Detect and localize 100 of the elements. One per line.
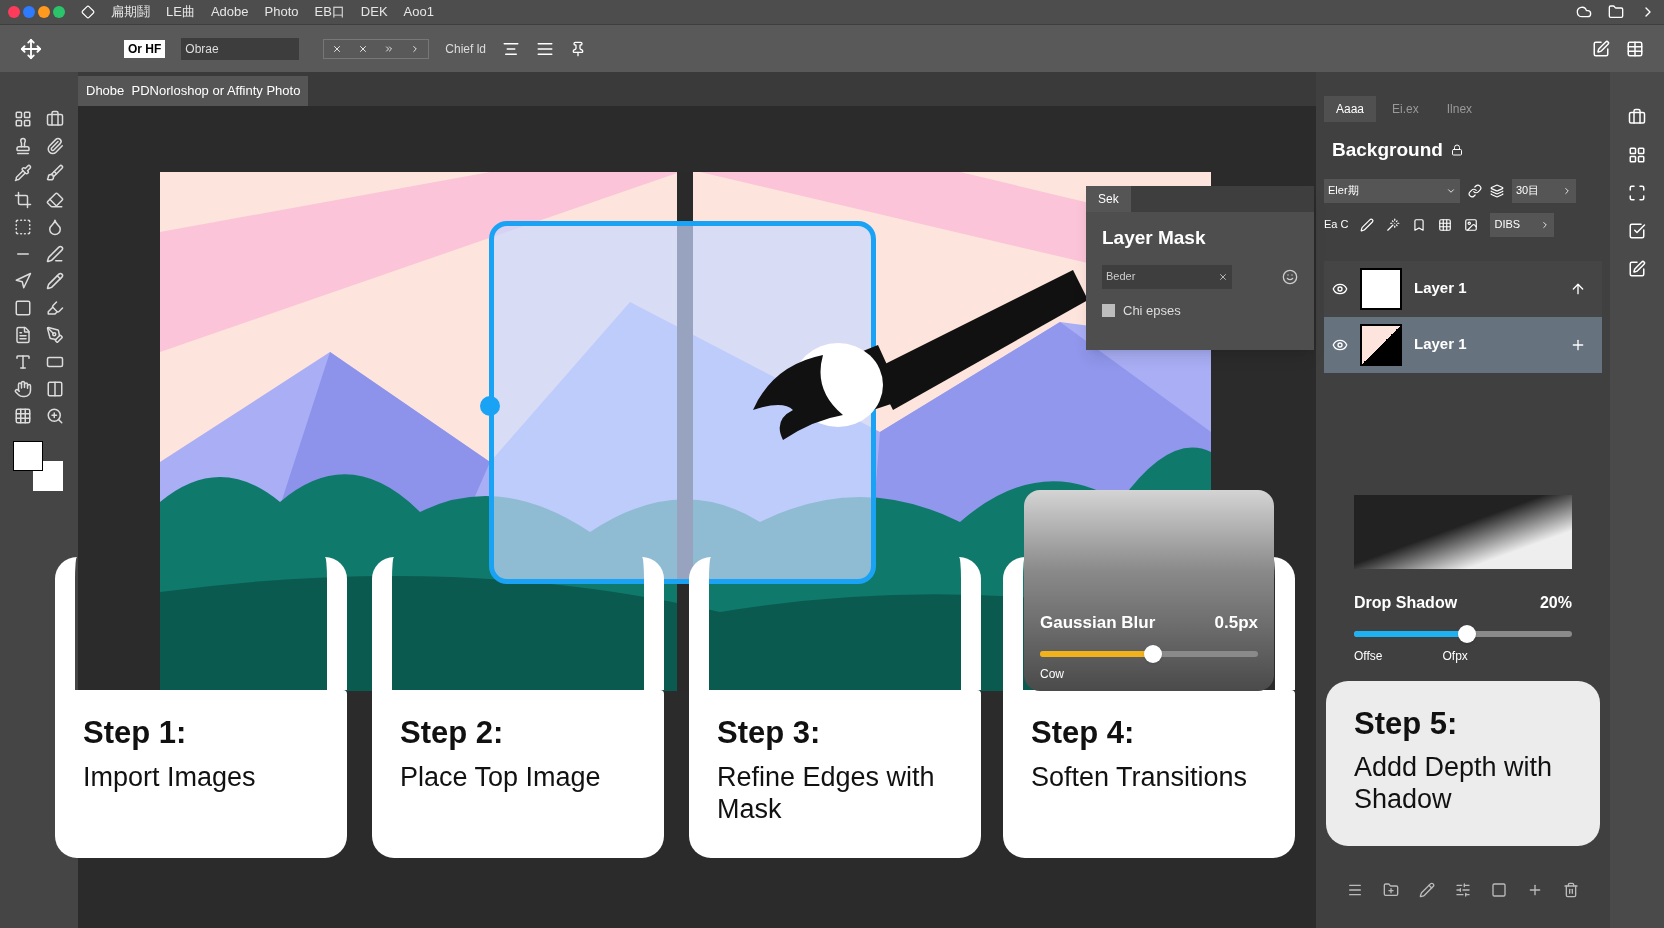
edit-icon[interactable]	[1592, 39, 1610, 58]
chevrons-icon[interactable]	[384, 43, 395, 54]
sliders-icon[interactable]	[1455, 881, 1471, 898]
expand-icon[interactable]	[1628, 184, 1646, 202]
wand-icon[interactable]	[1386, 217, 1401, 232]
image-icon[interactable]	[1464, 217, 1479, 232]
link-icon[interactable]	[1468, 183, 1482, 198]
grid-icon[interactable]	[14, 407, 32, 425]
opacity-dropdown[interactable]: 30目	[1512, 178, 1576, 203]
effect-value: 0.5px	[1214, 611, 1258, 634]
slider-label: Ofpx	[1442, 647, 1468, 665]
move-icon[interactable]	[20, 37, 42, 60]
checkbox-label: Chi epses	[1123, 301, 1181, 320]
pen-icon[interactable]	[46, 245, 64, 263]
effect-value: 20%	[1539, 592, 1572, 613]
document-tab[interactable]: Dhobe PDNorloshop or Affinty Photo	[78, 76, 309, 106]
step-title: Step 3:	[717, 714, 822, 752]
panel-title: Background	[1332, 138, 1443, 162]
briefcase-icon[interactable]	[1628, 108, 1646, 126]
step-text: Place Top Image	[400, 760, 602, 793]
zoom-icon[interactable]	[46, 407, 64, 425]
brush-icon[interactable]	[1360, 217, 1375, 232]
blend-dropdown[interactable]: Eler期	[1324, 178, 1460, 203]
close-icon[interactable]	[332, 43, 343, 54]
step-text: Addd Depth with Shadow	[1354, 751, 1554, 816]
slider-label: Cow	[1040, 666, 1065, 683]
grid-icon[interactable]	[14, 110, 32, 128]
menu-item[interactable]: Aoo1	[403, 2, 434, 22]
crop-icon[interactable]	[14, 191, 32, 209]
bookmark-icon[interactable]	[1412, 217, 1427, 232]
menu-item[interactable]: LE曲	[166, 2, 195, 22]
pencil-icon[interactable]	[1419, 881, 1435, 898]
diamond-icon[interactable]	[81, 5, 95, 19]
document-icon[interactable]	[14, 326, 32, 344]
step-text: Soften Transitions	[1031, 760, 1249, 793]
close-icon[interactable]	[1218, 271, 1228, 282]
square-icon[interactable]	[1491, 881, 1507, 898]
cloud-icon[interactable]	[1576, 4, 1592, 20]
step-title: Step 5:	[1354, 704, 1459, 743]
briefcase-icon[interactable]	[46, 110, 64, 128]
panel-tab[interactable]: Sek	[1086, 186, 1131, 212]
panel-tab[interactable]: Ilnex	[1434, 96, 1485, 122]
layer-name: Layer 1	[1414, 278, 1468, 299]
effect-name: Gaussian Blur	[1040, 611, 1156, 634]
step-title: Step 2:	[400, 714, 505, 752]
panel-tab[interactable]: Ei.ex	[1380, 96, 1431, 122]
checkbox-icon[interactable]	[1628, 222, 1646, 240]
stamp-icon[interactable]	[14, 137, 32, 155]
color-swatches[interactable]	[13, 441, 65, 493]
type-icon[interactable]	[14, 353, 32, 371]
mode-button[interactable]: Or HF	[124, 39, 166, 58]
grid-icon[interactable]	[1628, 146, 1646, 164]
layers-icon[interactable]	[1490, 183, 1504, 198]
hand-icon[interactable]	[14, 380, 32, 398]
panel-title: Layer Mask	[1102, 226, 1207, 250]
lock-label: Ea C	[1324, 217, 1349, 233]
slider-thumb[interactable]	[1458, 624, 1477, 643]
layer-row[interactable]: Layer 1	[1324, 316, 1602, 373]
marquee-icon[interactable]	[14, 218, 32, 236]
option-label: Chief ld	[445, 40, 487, 58]
trash-icon[interactable]	[1563, 881, 1579, 898]
menu-item[interactable]: EB口	[314, 2, 345, 22]
text-field[interactable]: Obrae	[181, 37, 300, 60]
brush-icon[interactable]	[46, 164, 64, 182]
highlighter-icon[interactable]	[46, 299, 64, 317]
menu-item[interactable]: DEK	[360, 2, 388, 22]
checkbox[interactable]	[1102, 303, 1115, 317]
layer-row[interactable]: Layer 1	[1324, 260, 1602, 317]
layer-name: Layer 1	[1414, 334, 1468, 355]
columns-icon[interactable]	[46, 380, 64, 398]
step-title: Step 1:	[83, 714, 188, 752]
step-text: Refine Edges with Mask	[717, 760, 936, 825]
slider-thumb[interactable]	[1144, 645, 1163, 663]
eraser-icon[interactable]	[46, 191, 64, 209]
menu-item[interactable]: 扁期鬪	[111, 2, 150, 22]
selection-frame[interactable]	[489, 221, 876, 584]
menu-item[interactable]: Adobe	[210, 2, 249, 22]
table-icon[interactable]	[1626, 39, 1644, 58]
pen-tool-icon[interactable]	[46, 326, 64, 344]
pencil-icon[interactable]	[46, 272, 64, 290]
smiley-icon[interactable]	[1282, 268, 1298, 285]
step-title: Step 4:	[1031, 714, 1136, 752]
pipette-icon[interactable]	[14, 164, 32, 182]
droplet-icon[interactable]	[46, 218, 64, 236]
panel-tab[interactable]: Aaaa	[1324, 96, 1377, 122]
fill-dropdown[interactable]: DIBS	[1490, 212, 1555, 237]
lock-icon	[1450, 144, 1463, 157]
folder-icon[interactable]	[1383, 881, 1399, 898]
folder-icon[interactable]	[1608, 4, 1624, 20]
pointer-icon[interactable]	[14, 272, 32, 290]
step-text: Import Images	[83, 760, 257, 793]
effect-name: Drop Shadow	[1354, 592, 1458, 613]
slider-label: Offse	[1354, 647, 1383, 665]
chevron-icon	[1562, 185, 1572, 196]
square-icon[interactable]	[14, 299, 32, 317]
menu-item[interactable]: Photo	[264, 2, 299, 22]
mask-field[interactable]: Beder	[1102, 264, 1232, 289]
edit-icon[interactable]	[1628, 260, 1646, 278]
close-icon[interactable]	[358, 43, 369, 54]
paperclip-icon[interactable]	[46, 137, 64, 155]
